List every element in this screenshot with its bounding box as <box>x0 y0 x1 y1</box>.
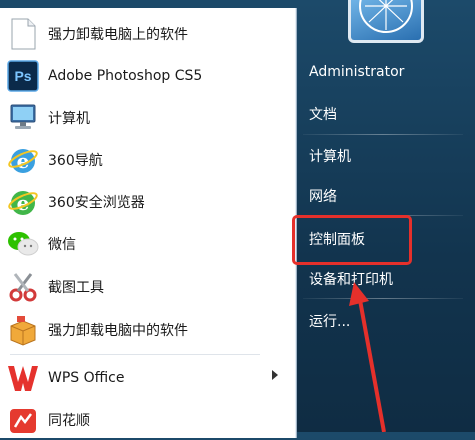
annotation-arrow-icon <box>349 282 386 432</box>
